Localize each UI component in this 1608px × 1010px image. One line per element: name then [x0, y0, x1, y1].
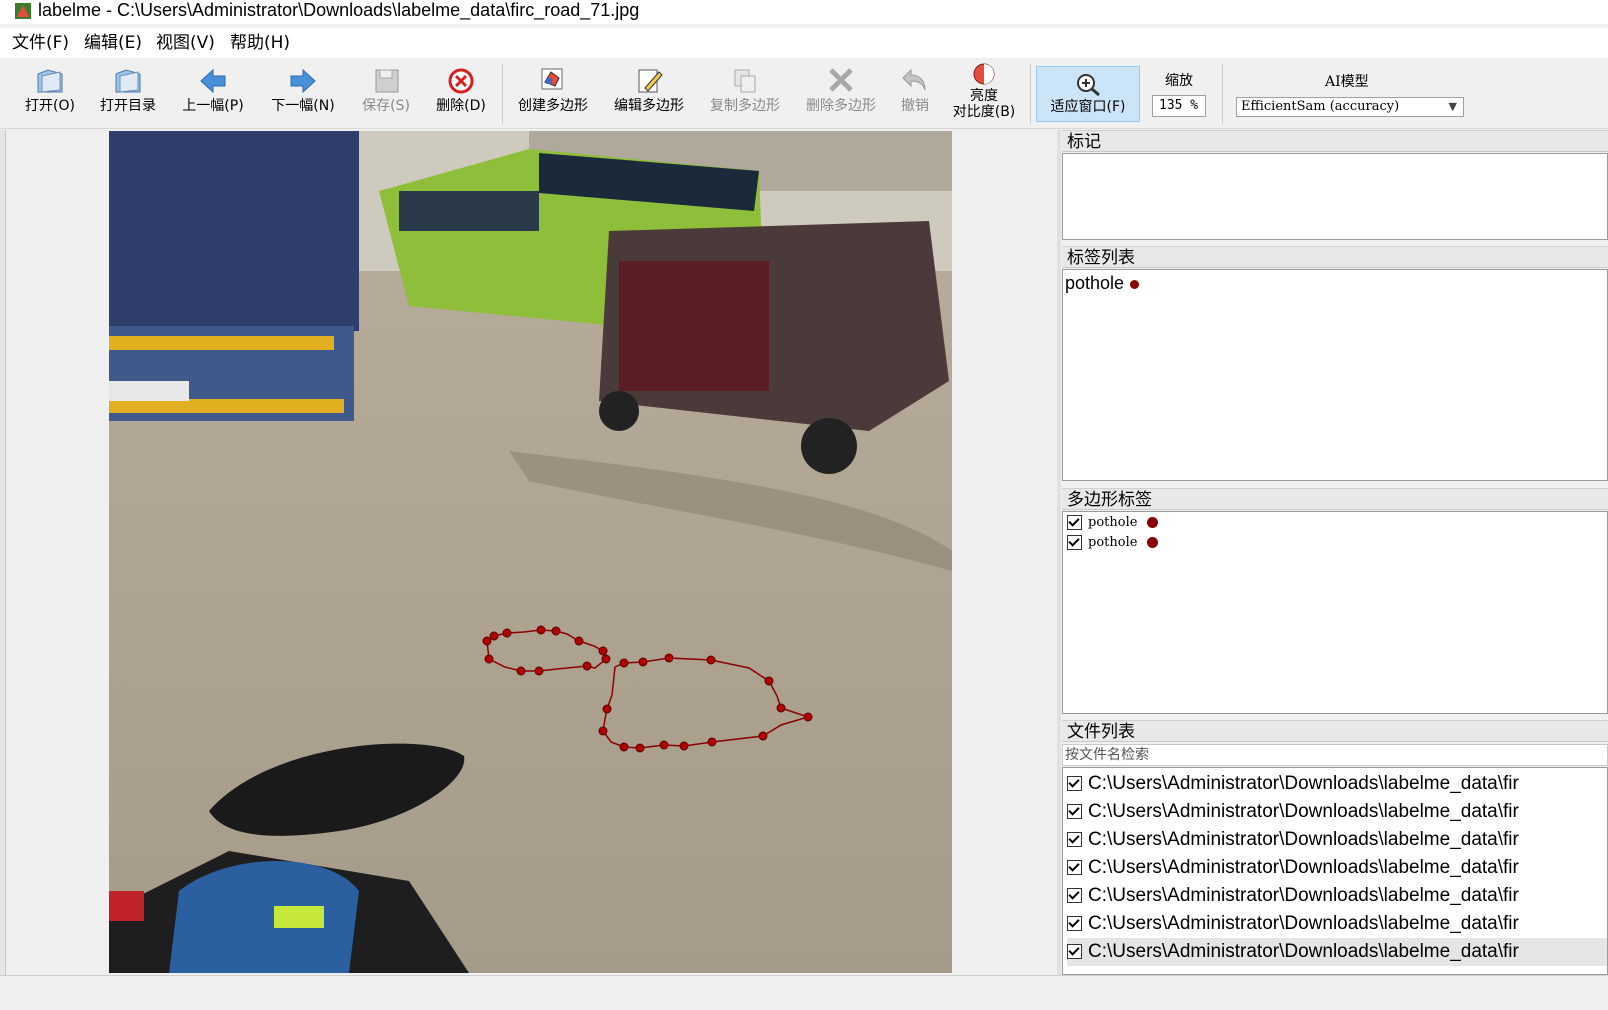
- label-item[interactable]: pothole: [1065, 272, 1140, 294]
- file-list-item[interactable]: C:\Users\Administrator\Downloads\labelme…: [1067, 882, 1607, 910]
- file-list-item-selected[interactable]: C:\Users\Administrator\Downloads\labelme…: [1067, 938, 1607, 966]
- label-color-dot: [1147, 537, 1159, 548]
- polygon-item[interactable]: pothole: [1067, 534, 1159, 554]
- open-folder-icon: [115, 69, 141, 93]
- status-bar: [0, 975, 1608, 1010]
- flags-dock-title: 标记: [1062, 130, 1608, 152]
- prev-image-button[interactable]: 上一幅(P): [176, 60, 250, 128]
- create-polygon-icon: [541, 68, 563, 90]
- file-done-checkbox[interactable]: [1067, 832, 1082, 848]
- menu-edit[interactable]: 编辑(E): [84, 32, 142, 54]
- menu-file[interactable]: 文件(F): [12, 32, 69, 54]
- brightness-icon: [973, 63, 995, 85]
- polygons-dock-title: 多边形标签: [1062, 488, 1608, 510]
- ai-model-select[interactable]: EfficientSam (accuracy) ▼: [1236, 97, 1464, 117]
- flags-list: [1062, 153, 1608, 240]
- polygon-item[interactable]: pothole: [1067, 514, 1159, 534]
- delete-x-icon: [829, 68, 853, 92]
- files-dock-title: 文件列表: [1062, 720, 1608, 742]
- menu-bar: 文件(F) 编辑(E) 视图(V) 帮助(H): [0, 28, 1608, 58]
- brightness-contrast-button[interactable]: 亮度 对比度(B): [946, 60, 1022, 128]
- edit-polygon-button[interactable]: 编辑多边形: [606, 60, 692, 128]
- save-button[interactable]: 保存(S): [354, 60, 418, 128]
- polygon-visibility-checkbox[interactable]: [1067, 515, 1082, 530]
- menu-help[interactable]: 帮助(H): [230, 32, 290, 54]
- arrow-left-icon: [200, 68, 226, 94]
- label-color-dot: [1130, 279, 1140, 289]
- save-disk-icon: [375, 69, 399, 93]
- copy-icon: [734, 69, 756, 93]
- toolbar-separator: [1222, 64, 1223, 124]
- file-search-input[interactable]: 按文件名检索: [1062, 744, 1608, 766]
- fit-window-button[interactable]: 适应窗口(F): [1036, 66, 1140, 122]
- create-polygon-button[interactable]: 创建多边形: [512, 60, 594, 128]
- window-title: labelme - C:\Users\Administrator\Downloa…: [38, 0, 640, 20]
- file-done-checkbox[interactable]: [1067, 804, 1082, 820]
- delete-polygon-button[interactable]: 删除多边形: [798, 60, 884, 128]
- toolbar-separator: [502, 64, 503, 124]
- zoom-input[interactable]: 135 %: [1152, 95, 1206, 117]
- next-image-button[interactable]: 下一幅(N): [266, 60, 340, 128]
- polygon-list: pothole pothole: [1062, 511, 1608, 714]
- file-list-item[interactable]: C:\Users\Administrator\Downloads\labelme…: [1067, 910, 1607, 938]
- delete-file-button[interactable]: 删除(D): [430, 60, 492, 128]
- file-done-checkbox[interactable]: [1067, 888, 1082, 904]
- label-color-dot: [1147, 517, 1159, 528]
- edit-pencil-icon: [638, 69, 663, 93]
- chevron-down-icon: ▼: [1448, 100, 1457, 113]
- arrow-right-icon: [290, 68, 316, 94]
- title-bar: labelme - C:\Users\Administrator\Downloa…: [0, 0, 1608, 24]
- labels-dock-title: 标签列表: [1062, 246, 1608, 268]
- file-list-item[interactable]: C:\Users\Administrator\Downloads\labelme…: [1067, 798, 1607, 826]
- zoom-fit-icon: [1077, 74, 1100, 97]
- open-dir-button[interactable]: 打开目录: [96, 60, 160, 128]
- delete-circle-icon: [448, 68, 474, 94]
- file-done-checkbox[interactable]: [1067, 944, 1082, 960]
- truck-shape: [109, 131, 359, 421]
- copy-polygon-button[interactable]: 复制多边形: [702, 60, 788, 128]
- menu-view[interactable]: 视图(V): [156, 32, 215, 54]
- file-list: C:\Users\Administrator\Downloads\labelme…: [1062, 767, 1608, 975]
- file-list-item[interactable]: C:\Users\Administrator\Downloads\labelme…: [1067, 854, 1607, 882]
- undo-arrow-icon: [902, 68, 926, 91]
- file-done-checkbox[interactable]: [1067, 860, 1082, 876]
- zoom-label: 缩放: [1165, 73, 1193, 89]
- toolbar-separator: [1030, 64, 1031, 124]
- file-done-checkbox[interactable]: [1067, 776, 1082, 792]
- file-done-checkbox[interactable]: [1067, 916, 1082, 932]
- panel-splitter[interactable]: [1057, 130, 1061, 975]
- file-list-item[interactable]: C:\Users\Administrator\Downloads\labelme…: [1067, 826, 1607, 854]
- open-button[interactable]: 打开(O): [18, 60, 82, 128]
- file-list-item[interactable]: C:\Users\Administrator\Downloads\labelme…: [1067, 770, 1607, 798]
- labelme-app-icon: [15, 3, 31, 19]
- polygon-visibility-checkbox[interactable]: [1067, 535, 1082, 550]
- label-list: pothole: [1062, 269, 1608, 481]
- ai-model-label: AI模型: [1325, 74, 1369, 90]
- open-file-icon: [37, 69, 63, 93]
- annotated-photo[interactable]: [109, 131, 952, 973]
- undo-button[interactable]: 撤销: [892, 60, 938, 128]
